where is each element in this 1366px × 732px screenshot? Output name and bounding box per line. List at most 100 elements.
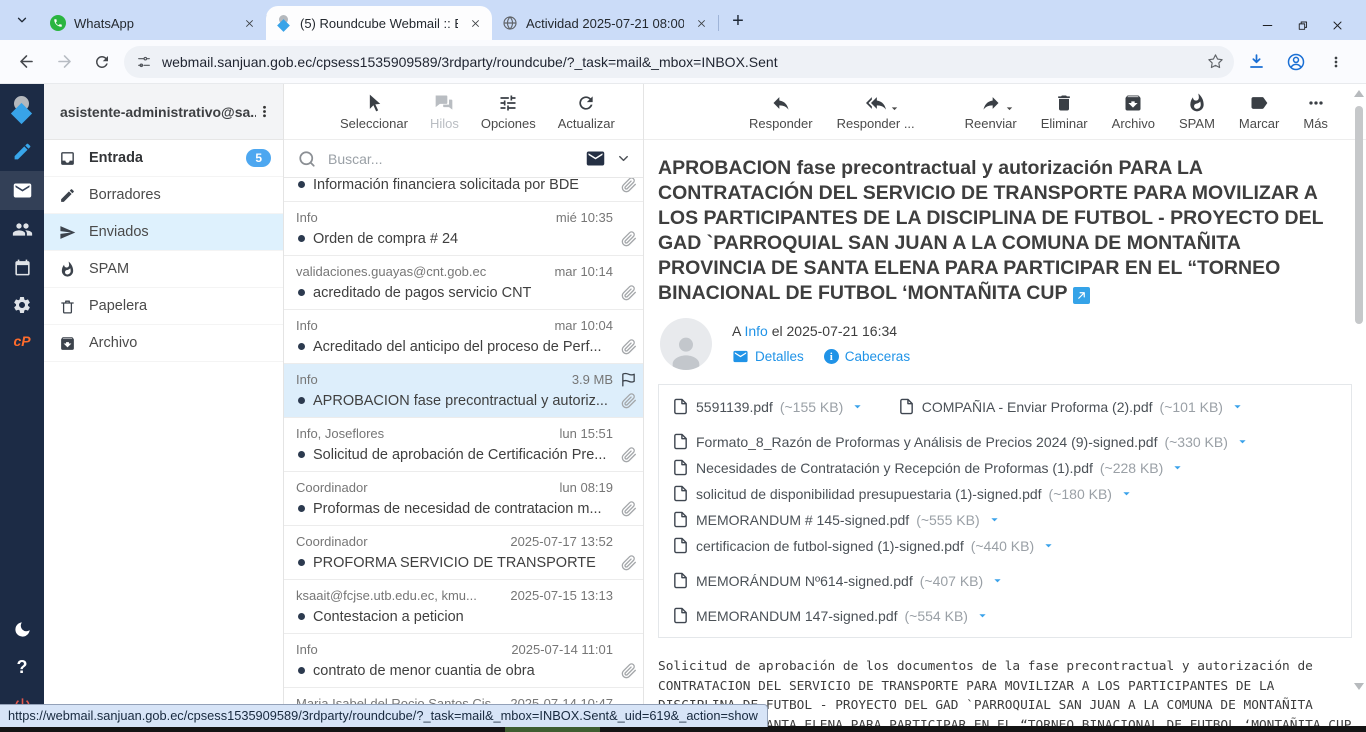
account-header[interactable]: asistente-administrativo@sa...	[44, 84, 283, 140]
reader-toolbar-button[interactable]: Archivo	[1112, 93, 1155, 131]
scroll-down-icon[interactable]	[1354, 683, 1364, 690]
close-window-icon[interactable]	[1331, 19, 1344, 32]
search-options-chevron-icon[interactable]	[616, 151, 631, 166]
calendar-icon	[13, 258, 32, 277]
attachment-menu-icon[interactable]	[850, 399, 865, 414]
reader-toolbar-button[interactable]: Responder	[749, 93, 813, 131]
search-scope-mail-icon[interactable]	[585, 148, 606, 169]
folder-item[interactable]: Papelera	[44, 288, 283, 325]
scroll-up-icon[interactable]	[1354, 90, 1364, 97]
restore-icon	[1296, 19, 1309, 32]
unread-dot	[298, 289, 305, 296]
downloads-icon[interactable]	[1240, 46, 1272, 78]
folder-item[interactable]: SPAM	[44, 251, 283, 288]
message-date: lun 08:19	[560, 480, 614, 495]
message-row[interactable]: Info, Joseflores lun 15:51 Solicitud de …	[284, 418, 643, 472]
browser-menu-icon[interactable]	[1320, 46, 1352, 78]
attachment-item[interactable]: solicitud de disponibilidad presupuestar…	[672, 485, 1338, 502]
message-row[interactable]: Información financiera solicitada por BD…	[284, 178, 643, 202]
message-row[interactable]: Info 3.9 MB APROBACION fase precontractu…	[284, 364, 643, 418]
reader-toolbar-button[interactable]: SPAM	[1179, 93, 1215, 131]
attachment-name: COMPAÑIA - Enviar Proforma (2).pdf	[922, 399, 1153, 415]
tab-actividad[interactable]: Actividad 2025-07-21 08:00:00	[492, 6, 718, 40]
headers-link[interactable]: i Cabeceras	[824, 349, 910, 364]
window-controls	[1261, 19, 1358, 40]
attachment-menu-icon[interactable]	[1170, 460, 1185, 475]
folder-item[interactable]: Enviados	[44, 214, 283, 251]
folder-item[interactable]: Entrada 5	[44, 140, 283, 177]
list-scrollbar[interactable]	[1353, 84, 1365, 696]
list-toolbar-button[interactable]: Seleccionar	[340, 93, 408, 131]
list-toolbar-button[interactable]: Actualizar	[558, 93, 615, 131]
message-row[interactable]: Coordinador 2025-07-17 13:52 PROFORMA SE…	[284, 526, 643, 580]
account-menu-icon[interactable]	[256, 103, 273, 120]
attachment-item[interactable]: MEMORÁNDUM Nº614-signed.pdf (~407 KB)	[672, 572, 1005, 589]
attachment-menu-icon[interactable]	[1230, 399, 1245, 414]
reader-toolbar-button[interactable]: Más	[1303, 93, 1328, 131]
reader-toolbar-button[interactable]: Eliminar	[1041, 93, 1088, 131]
webmail-app: cP ? asistente-administrativo@sa... Entr…	[0, 84, 1366, 726]
minimize-icon[interactable]	[1261, 19, 1274, 32]
caret-down-icon[interactable]	[1003, 102, 1016, 115]
forward-button[interactable]	[48, 46, 80, 78]
new-tab-button[interactable]: +	[724, 7, 752, 35]
profile-icon[interactable]	[1280, 46, 1312, 78]
close-tab-icon[interactable]	[692, 14, 710, 32]
message-row[interactable]: ksaait@fcjse.utb.edu.ec, kmu... 2025-07-…	[284, 580, 643, 634]
attachment-menu-icon[interactable]	[987, 512, 1002, 527]
compose-button[interactable]	[0, 132, 44, 171]
reload-button[interactable]	[86, 46, 118, 78]
site-settings-icon[interactable]	[136, 54, 152, 70]
rail-item-calendar[interactable]	[0, 249, 44, 286]
reader-toolbar-button[interactable]: Marcar	[1239, 93, 1279, 131]
message-row[interactable]: Info 2025-07-14 11:01 contrato de menor …	[284, 634, 643, 688]
message-row[interactable]: Info mar 10:04 Acreditado del anticipo d…	[284, 310, 643, 364]
attachment-menu-icon[interactable]	[1041, 538, 1056, 553]
help-icon[interactable]: ?	[0, 648, 44, 687]
attachment-item[interactable]: MEMORANDUM # 145-signed.pdf (~555 KB)	[672, 511, 1338, 528]
list-toolbar-button[interactable]: Opciones	[481, 93, 536, 131]
more-icon	[1306, 93, 1326, 113]
rail-item-settings[interactable]	[0, 286, 44, 324]
attachment-item[interactable]: 5591139.pdf (~155 KB)	[672, 398, 865, 415]
url-text: webmail.sanjuan.gob.ec/cpsess1535909589/…	[162, 54, 1192, 70]
search-input[interactable]	[326, 150, 575, 168]
close-tab-icon[interactable]	[466, 14, 484, 32]
message-date: 2025-07-15 13:13	[510, 588, 613, 603]
folder-item[interactable]: Borradores	[44, 177, 283, 214]
reader-toolbar-button[interactable]: Responder ...	[837, 93, 915, 131]
tab-roundcube[interactable]: (5) Roundcube Webmail :: Envia	[266, 6, 492, 40]
message-row[interactable]: Coordinador lun 08:19 Proformas de neces…	[284, 472, 643, 526]
rail-item-cpanel[interactable]: cP	[0, 324, 44, 358]
attachment-item[interactable]: Necesidades de Contratación y Recepción …	[672, 459, 1338, 476]
open-in-new-window-icon[interactable]	[1073, 287, 1090, 304]
folder-item[interactable]: Archivo	[44, 325, 283, 362]
scrollbar-thumb[interactable]	[1355, 106, 1363, 324]
attachment-item[interactable]: certificacion de futbol-signed (1)-signe…	[672, 537, 1338, 554]
bookmark-star-icon[interactable]	[1202, 49, 1228, 75]
list-toolbar-button[interactable]: Hilos	[430, 93, 459, 131]
tab-whatsapp[interactable]: WhatsApp	[40, 6, 266, 40]
dark-mode-icon[interactable]	[0, 611, 44, 648]
close-tab-icon[interactable]	[240, 14, 258, 32]
message-row[interactable]: validaciones.guayas@cnt.gob.ec mar 10:14…	[284, 256, 643, 310]
details-link[interactable]: Detalles	[732, 348, 804, 365]
tab-search-button[interactable]	[8, 6, 36, 34]
rail-item-contacts[interactable]	[0, 210, 44, 249]
attachment-menu-icon[interactable]	[1235, 434, 1250, 449]
attachment-menu-icon[interactable]	[1119, 486, 1134, 501]
back-button[interactable]	[10, 46, 42, 78]
attachment-menu-icon[interactable]	[990, 573, 1005, 588]
restore-icon[interactable]	[1296, 19, 1309, 32]
recipient-link[interactable]: Info	[744, 323, 767, 339]
address-bar[interactable]: webmail.sanjuan.gob.ec/cpsess1535909589/…	[124, 46, 1234, 78]
attachment-menu-icon[interactable]	[975, 608, 990, 623]
rail-item-mail[interactable]	[0, 171, 44, 210]
attachment-item[interactable]: MEMORANDUM 147-signed.pdf (~554 KB)	[672, 607, 990, 624]
reader-toolbar-button[interactable]: Reenviar	[965, 93, 1017, 131]
attachment-item[interactable]: Formato_8_Razón de Proformas y Análisis …	[672, 433, 1338, 450]
info-icon: i	[824, 349, 839, 364]
caret-down-icon[interactable]	[888, 102, 901, 115]
message-row[interactable]: Info mié 10:35 Orden de compra # 24	[284, 202, 643, 256]
attachment-item[interactable]: COMPAÑIA - Enviar Proforma (2).pdf (~101…	[898, 398, 1245, 415]
